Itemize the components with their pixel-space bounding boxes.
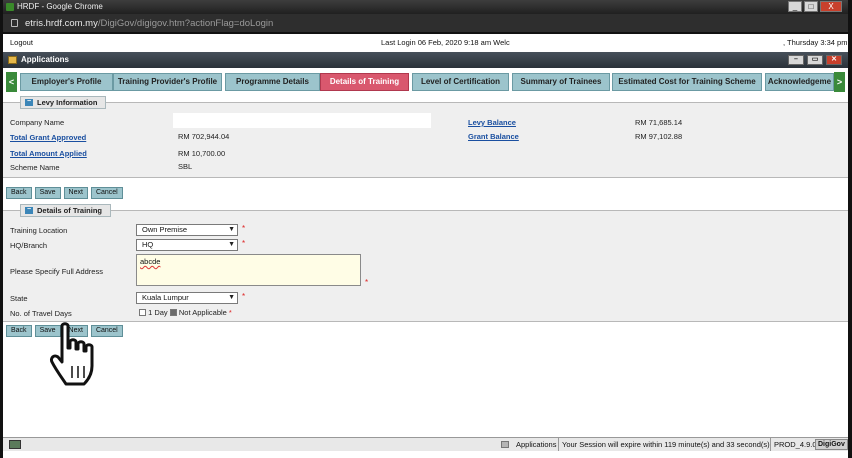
action-buttons-top: Back Save Next Cancel	[6, 187, 123, 199]
state-label: State	[10, 294, 28, 303]
scheme-name-label: Scheme Name	[10, 163, 60, 172]
one-day-checkbox[interactable]	[139, 309, 146, 316]
applications-icon	[8, 56, 17, 64]
hq-branch-value: HQ	[142, 240, 154, 249]
training-location-label: Training Location	[10, 226, 68, 235]
maximize-button[interactable]: □	[804, 1, 818, 12]
hq-branch-select[interactable]: HQ ▼	[136, 239, 238, 251]
session-timer: Your Session will expire within 119 minu…	[558, 438, 770, 451]
status-applications[interactable]: Applications	[516, 438, 556, 451]
tab-bar: < Employer's Profile Training Provider's…	[3, 71, 848, 93]
next-button[interactable]: Next	[63, 187, 88, 199]
tab-training-providers-profile[interactable]: Training Provider's Profile	[113, 73, 222, 91]
levy-balance-link[interactable]: Levy Balance	[468, 118, 516, 127]
state-value: Kuala Lumpur	[142, 293, 189, 302]
tab-level-of-certification[interactable]: Level of Certification	[412, 73, 509, 91]
digigov-logo: DigiGov	[815, 439, 848, 450]
favicon-icon	[6, 3, 14, 11]
panel-controls: – ▭ ✕	[788, 55, 842, 65]
tab-details-of-training[interactable]: Details of Training	[320, 73, 409, 91]
collapse-icon[interactable]: −	[25, 206, 33, 214]
details-of-training-title: Details of Training	[37, 206, 103, 215]
panel-restore-button[interactable]: ▭	[807, 55, 823, 65]
levy-information-header[interactable]: − Levy Information	[20, 96, 107, 109]
browser-title: HRDF - Google Chrome	[17, 2, 103, 11]
back-button[interactable]: Back	[6, 325, 32, 337]
tab-acknowledgement[interactable]: Acknowledgeme	[765, 73, 834, 91]
hand-pointer-icon	[50, 322, 94, 386]
total-amount-applied-link[interactable]: Total Amount Applied	[10, 149, 87, 158]
required-marker: *	[242, 292, 246, 301]
url-host: etris.hrdf.com.my	[25, 18, 98, 29]
save-button[interactable]: Save	[34, 187, 61, 199]
required-marker: *	[242, 224, 246, 233]
version-label: PROD_4.9.0	[770, 438, 817, 451]
window-controls: _ □ X	[788, 1, 842, 12]
lock-icon	[11, 19, 18, 27]
required-marker: *	[228, 308, 232, 317]
full-address-label: Please Specify Full Address	[10, 267, 103, 276]
close-button[interactable]: X	[820, 1, 842, 12]
applications-header: Applications – ▭ ✕	[3, 52, 848, 68]
panel-minimize-button[interactable]: –	[788, 55, 804, 65]
url-path: /DigiGov/digigov.htm?actionFlag=doLogin	[97, 18, 274, 29]
company-name-label: Company Name	[10, 118, 65, 127]
training-location-select[interactable]: Own Premise ▼	[136, 224, 238, 236]
travel-days-options: 1 Day Not Applicable *	[139, 308, 232, 317]
company-name-value	[173, 113, 431, 128]
total-grant-approved-link[interactable]: Total Grant Approved	[10, 133, 86, 142]
tab-summary-of-trainees[interactable]: Summary of Trainees	[512, 73, 610, 91]
tab-scroll-right-button[interactable]: >	[834, 72, 845, 92]
details-of-training-section: − Details of Training Training Location …	[3, 204, 848, 322]
panel-close-button[interactable]: ✕	[826, 55, 842, 65]
required-marker: *	[365, 278, 369, 287]
one-day-label: 1 Day	[148, 308, 168, 317]
travel-days-label: No. of Travel Days	[10, 309, 72, 318]
last-login-text: Last Login 06 Feb, 2020 9:18 am Welc	[381, 38, 510, 47]
network-icon	[9, 440, 21, 449]
scheme-name-value: SBL	[178, 162, 193, 171]
collapse-icon[interactable]: −	[25, 98, 33, 106]
tab-programme-details[interactable]: Programme Details	[225, 73, 320, 91]
full-address-textarea[interactable]: abcde	[136, 254, 361, 286]
details-of-training-header[interactable]: − Details of Training	[20, 204, 112, 217]
training-location-value: Own Premise	[142, 225, 188, 234]
total-grant-approved-value: RM 702,944.04	[178, 132, 230, 141]
hq-branch-label: HQ/Branch	[10, 241, 48, 250]
applications-icon	[501, 441, 509, 448]
levy-balance-value: RM 71,685.14	[635, 118, 683, 127]
current-date: , Thursday 3:34 pm	[783, 38, 848, 47]
total-amount-applied-value: RM 10,700.00	[178, 149, 226, 158]
address-bar[interactable]: etris.hrdf.com.my/DigiGov/digigov.htm?ac…	[3, 14, 848, 34]
applications-title: Applications	[21, 55, 70, 64]
levy-information-section: − Levy Information Company Name Total Gr…	[3, 96, 848, 178]
not-applicable-checkbox[interactable]	[169, 309, 177, 316]
chevron-down-icon: ▼	[228, 241, 235, 248]
status-bar: Applications Your Session will expire wi…	[3, 437, 848, 451]
grant-balance-value: RM 97,102.88	[635, 132, 683, 141]
back-button[interactable]: Back	[6, 187, 32, 199]
levy-information-title: Levy Information	[37, 98, 98, 107]
chevron-down-icon: ▼	[228, 294, 235, 301]
state-select[interactable]: Kuala Lumpur ▼	[136, 292, 238, 304]
chevron-down-icon: ▼	[228, 226, 235, 233]
logout-link[interactable]: Logout	[10, 36, 33, 49]
required-marker: *	[242, 239, 246, 248]
cancel-button[interactable]: Cancel	[90, 187, 123, 199]
browser-title-bar: HRDF - Google Chrome _ □ X	[3, 0, 848, 14]
tab-scroll-left-button[interactable]: <	[6, 72, 17, 92]
grant-balance-link[interactable]: Grant Balance	[468, 132, 519, 141]
redacted-area	[525, 34, 783, 52]
not-applicable-label: Not Applicable	[178, 308, 227, 317]
minimize-button[interactable]: _	[788, 1, 802, 12]
top-info-bar: Logout Last Login 06 Feb, 2020 9:18 am W…	[3, 34, 848, 52]
tab-estimated-cost[interactable]: Estimated Cost for Training Scheme	[612, 73, 762, 91]
tab-employers-profile[interactable]: Employer's Profile	[20, 73, 113, 91]
full-address-value: abcde	[140, 257, 161, 266]
url-text[interactable]: etris.hrdf.com.my/DigiGov/digigov.htm?ac…	[25, 18, 273, 29]
